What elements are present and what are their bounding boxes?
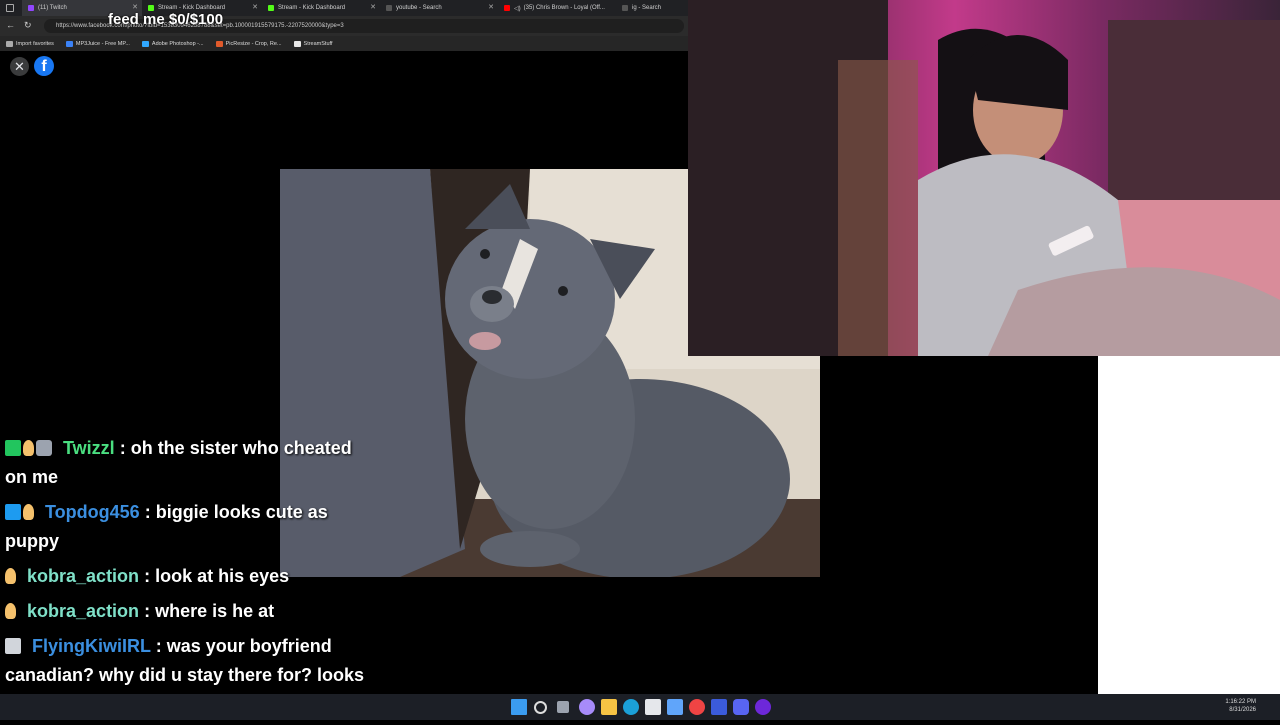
chat-text: : where is he at (144, 601, 275, 621)
import-icon (6, 40, 13, 47)
money-badge-icon (5, 638, 21, 654)
tab-label: Stream - Kick Dashboard (278, 5, 346, 11)
bookmark-label: Adobe Photoshop -... (151, 40, 204, 47)
check-badge-icon (5, 440, 21, 456)
bookmark-label: PicResize - Crop, Re... (225, 40, 282, 47)
chat-username[interactable]: Twizzl (63, 438, 115, 458)
tab-chris-brown-loyal[interactable]: ◁) (35) Chris Brown - Loyal (Off... (498, 0, 616, 16)
chat-message: kobra_action : where is he at (5, 597, 375, 626)
chat-text: : oh the sister who cheated on me (5, 438, 352, 487)
bookmark-label: StreamStuff (303, 40, 333, 47)
clock-date: 8/31/2026 (1229, 707, 1256, 713)
close-viewer-button[interactable]: ✕ (10, 57, 29, 76)
bookmark-picresize[interactable]: PicResize - Crop, Re... (215, 40, 282, 47)
chat-message: Topdog456 : biggie looks cute as puppy (5, 498, 375, 556)
copilot-icon[interactable] (579, 699, 595, 715)
tab-label: (11) Twitch (38, 5, 67, 11)
chat-username[interactable]: kobra_action (27, 566, 139, 586)
blank-panel (1098, 356, 1280, 694)
discord-icon[interactable] (733, 699, 749, 715)
hammer-badge-icon (5, 504, 21, 520)
bookmark-adobe-photoshop[interactable]: Adobe Photoshop -... (141, 40, 204, 47)
bookmark-label: Import favorites (16, 40, 54, 47)
streamer-webcam-scene (688, 0, 1280, 356)
chat-username[interactable]: Topdog456 (45, 502, 140, 522)
close-tab-icon[interactable]: ✕ (488, 3, 494, 11)
search-icon (622, 5, 628, 11)
task-view-icon[interactable] (557, 701, 569, 713)
tab-actions-button[interactable] (0, 0, 22, 16)
picresize-icon (215, 40, 223, 47)
mp3juice-icon (65, 40, 73, 47)
bookmark-import-favorites[interactable]: Import favorites (6, 40, 54, 47)
system-clock[interactable]: 1:16:22 PM 8/31/2026 (1225, 698, 1256, 714)
facebook-logo-icon[interactable]: f (34, 56, 54, 76)
tab-label: (35) Chris Brown - Loyal (Off... (523, 5, 605, 11)
photoshop-icon (141, 40, 149, 47)
hand-badge-icon (5, 568, 16, 584)
chrome-icon[interactable] (689, 699, 705, 715)
speaker-icon: ◁) (514, 5, 521, 12)
chat-message: kobra_action : look at his eyes (5, 562, 375, 591)
tab-youtube-search[interactable]: youtube - Search ✕ (380, 0, 498, 16)
hand-badge-icon (23, 440, 34, 456)
bookmark-mp3juice[interactable]: MP3Juice - Free MP... (65, 40, 130, 47)
clock-time: 1:16:22 PM (1225, 699, 1256, 705)
bookmarks-bar: Import favorites MP3Juice - Free MP... A… (0, 36, 688, 51)
close-tab-icon[interactable]: ✕ (132, 3, 138, 11)
obs-icon[interactable] (755, 699, 771, 715)
notion-icon[interactable] (711, 699, 727, 715)
edge-icon[interactable] (623, 699, 639, 715)
tab-kick-dashboard-2[interactable]: Stream - Kick Dashboard ✕ (262, 0, 380, 16)
close-tab-icon[interactable]: ✕ (370, 3, 376, 11)
hand-badge-icon (23, 504, 34, 520)
kick-icon (268, 5, 274, 11)
youtube-icon (504, 5, 510, 11)
chat-username[interactable]: kobra_action (27, 601, 139, 621)
tab-ig-search[interactable]: ig - Search (616, 0, 688, 16)
webcam-feed (688, 0, 1280, 356)
tab-label: youtube - Search (396, 5, 442, 11)
folder-icon (293, 40, 301, 47)
chat-message: Twizzl : oh the sister who cheated on me (5, 434, 375, 492)
store-icon[interactable] (645, 699, 661, 715)
bookmark-streamstuff[interactable]: StreamStuff (293, 40, 333, 47)
camera-badge-icon (36, 440, 52, 456)
browser-tab-bar: (11) Twitch ✕ Stream - Kick Dashboard ✕ … (0, 0, 688, 16)
search-icon (386, 5, 392, 11)
twitch-icon (28, 5, 34, 11)
file-explorer-icon[interactable] (601, 699, 617, 715)
chat-overlay: Twizzl : oh the sister who cheated on me… (5, 434, 375, 725)
hand-badge-icon (5, 603, 16, 619)
photos-icon[interactable] (667, 699, 683, 715)
bookmark-label: MP3Juice - Free MP... (75, 40, 130, 47)
search-icon[interactable] (534, 701, 547, 714)
windows-taskbar: 1:16:22 PM 8/31/2026 (0, 694, 1280, 720)
refresh-icon[interactable]: ↻ (24, 20, 32, 31)
close-tab-icon[interactable]: ✕ (252, 3, 258, 11)
tab-label: ig - Search (632, 5, 662, 11)
donation-goal-text: feed me $0/$100 (108, 11, 224, 28)
chat-text: : look at his eyes (144, 566, 290, 586)
address-bar-row: ← ↻ https://www.facebook.com/photo/?fbid… (0, 16, 688, 36)
back-icon[interactable]: ← (6, 20, 15, 30)
chat-username[interactable]: FlyingKiwiIRL (32, 636, 151, 656)
windows-icon[interactable] (511, 699, 527, 715)
